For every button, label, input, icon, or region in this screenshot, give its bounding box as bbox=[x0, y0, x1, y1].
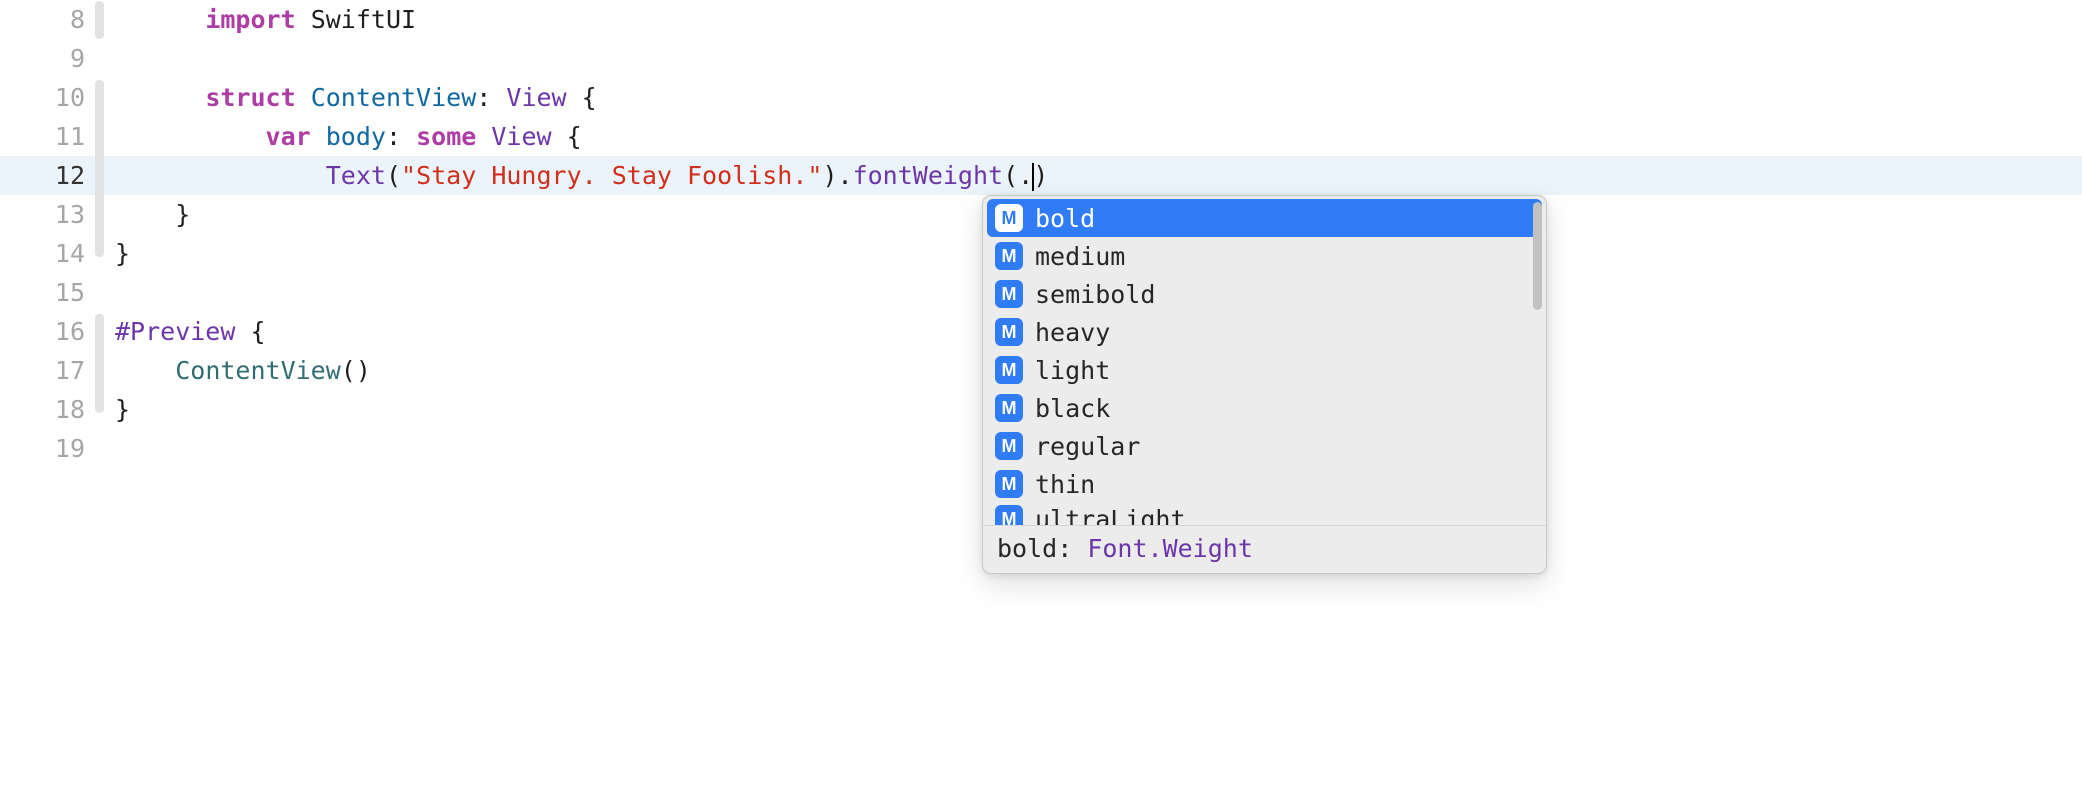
autocomplete-item-ultralight[interactable]: M ultraLight bbox=[983, 503, 1546, 525]
token-string: "Stay Hungry. Stay Foolish." bbox=[401, 161, 822, 190]
token-brace: } bbox=[115, 239, 130, 268]
autocomplete-item-label: medium bbox=[1035, 242, 1125, 271]
autocomplete-item-thin[interactable]: M thin bbox=[983, 465, 1546, 503]
member-icon: M bbox=[995, 280, 1023, 308]
autocomplete-item-regular[interactable]: M regular bbox=[983, 427, 1546, 465]
autocomplete-item-medium[interactable]: M medium bbox=[983, 237, 1546, 275]
token-dot: . bbox=[1018, 161, 1033, 190]
token-call: ContentView bbox=[175, 356, 341, 385]
token-paren: ( bbox=[386, 161, 401, 190]
token-space bbox=[296, 5, 311, 34]
autocomplete-item-label: regular bbox=[1035, 432, 1140, 461]
member-icon: M bbox=[995, 394, 1023, 422]
autocomplete-item-semibold[interactable]: M semibold bbox=[983, 275, 1546, 313]
autocomplete-detail: bold: Font.Weight bbox=[983, 525, 1546, 573]
token-brace: { bbox=[235, 317, 265, 346]
line-number: 13 bbox=[0, 200, 95, 229]
line-number: 11 bbox=[0, 122, 95, 151]
line-number: 14 bbox=[0, 239, 95, 268]
member-icon: M bbox=[995, 505, 1023, 525]
token-brace: } bbox=[115, 395, 130, 424]
autocomplete-item-label: thin bbox=[1035, 470, 1095, 499]
member-icon: M bbox=[995, 242, 1023, 270]
autocomplete-item-label: ultraLight bbox=[1035, 505, 1186, 525]
line-number: 8 bbox=[0, 5, 95, 34]
autocomplete-item-black[interactable]: M black bbox=[983, 389, 1546, 427]
autocomplete-scrollbar[interactable] bbox=[1533, 202, 1542, 310]
code-line[interactable]: 8 import SwiftUI bbox=[0, 0, 2082, 39]
member-icon: M bbox=[995, 356, 1023, 384]
token-paren: ) bbox=[822, 161, 837, 190]
autocomplete-item-light[interactable]: M light bbox=[983, 351, 1546, 389]
autocomplete-item-heavy[interactable]: M heavy bbox=[983, 313, 1546, 351]
autocomplete-list[interactable]: M bold M medium M semibold M heavy M lig… bbox=[983, 196, 1546, 525]
line-number: 9 bbox=[0, 44, 95, 73]
token-call: Text bbox=[326, 161, 386, 190]
autocomplete-item-label: bold bbox=[1035, 204, 1095, 233]
line-number: 16 bbox=[0, 317, 95, 346]
autocomplete-item-label: heavy bbox=[1035, 318, 1110, 347]
detail-name: bold bbox=[997, 534, 1057, 563]
line-number: 12 bbox=[0, 161, 95, 190]
member-icon: M bbox=[995, 318, 1023, 346]
token-macro: #Preview bbox=[115, 317, 235, 346]
member-icon: M bbox=[995, 432, 1023, 460]
member-icon: M bbox=[995, 470, 1023, 498]
fold-ribbon[interactable] bbox=[95, 1, 104, 39]
autocomplete-popup[interactable]: M bold M medium M semibold M heavy M lig… bbox=[982, 195, 1547, 574]
line-number: 19 bbox=[0, 434, 95, 463]
fold-ribbon[interactable] bbox=[95, 314, 104, 413]
token-paren: ( bbox=[1003, 161, 1018, 190]
token-keyword: import bbox=[205, 5, 295, 34]
line-number: 18 bbox=[0, 395, 95, 424]
line-number: 17 bbox=[0, 356, 95, 385]
autocomplete-item-bold[interactable]: M bold bbox=[987, 199, 1542, 237]
token-method: fontWeight bbox=[853, 161, 1004, 190]
autocomplete-item-label: light bbox=[1035, 356, 1110, 385]
token-paren: ) bbox=[1033, 161, 1048, 190]
line-number: 10 bbox=[0, 83, 95, 112]
fold-ribbon[interactable] bbox=[95, 80, 104, 257]
autocomplete-item-label: semibold bbox=[1035, 280, 1155, 309]
token-module: SwiftUI bbox=[311, 5, 416, 34]
token-parens: () bbox=[341, 356, 371, 385]
detail-type: Font.Weight bbox=[1087, 534, 1253, 563]
line-number: 15 bbox=[0, 278, 95, 307]
detail-sep: : bbox=[1057, 534, 1087, 563]
token-dot: . bbox=[838, 161, 853, 190]
code-line-current[interactable]: 12 Text("Stay Hungry. Stay Foolish.").fo… bbox=[0, 156, 2082, 195]
token-brace: } bbox=[175, 200, 190, 229]
autocomplete-item-label: black bbox=[1035, 394, 1110, 423]
member-icon: M bbox=[995, 204, 1023, 232]
